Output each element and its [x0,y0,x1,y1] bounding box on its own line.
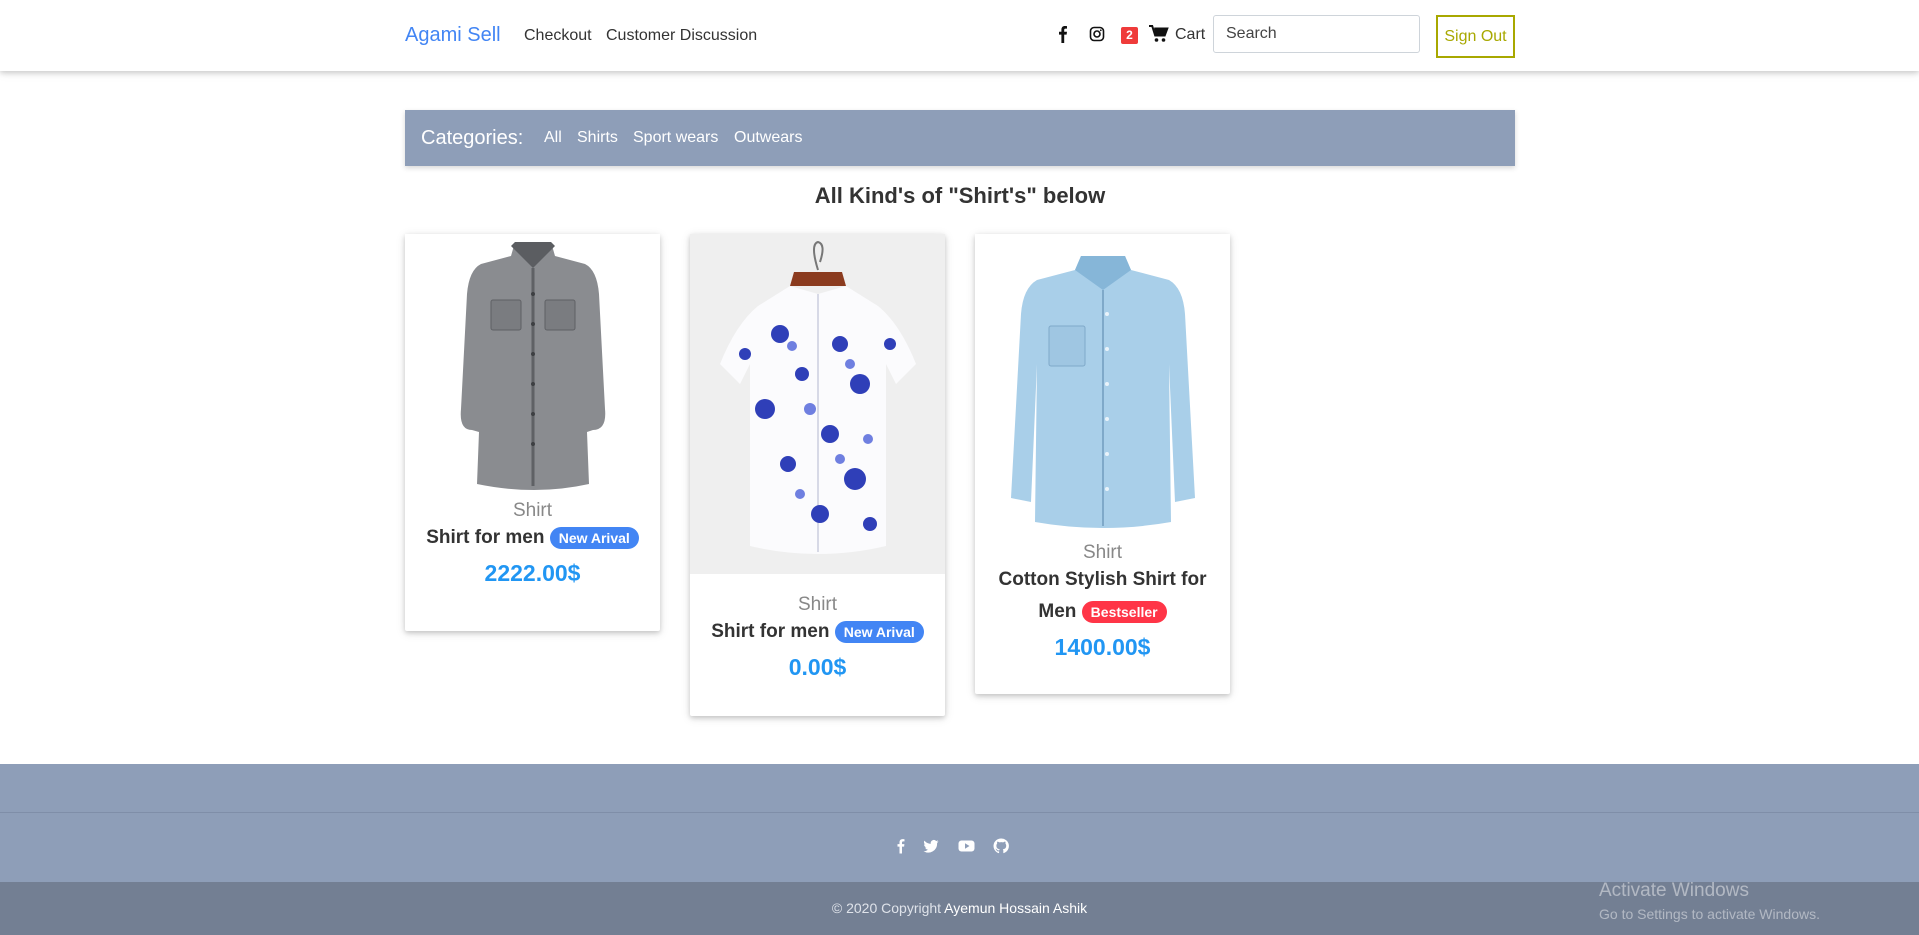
author-link[interactable]: Ayemun Hossain Ashik [944,900,1087,916]
sign-out-button[interactable]: Sign Out [1436,15,1515,58]
product-card[interactable]: Shirt Cotton Stylish Shirt for Men Bests… [975,234,1230,694]
product-title[interactable]: Shirt for men New Arival [700,616,935,648]
product-category: Shirt [512,500,553,521]
product-category: Shirt [1082,542,1123,563]
activate-windows-title: Activate Windows [1599,880,1749,901]
product-card[interactable]: Shirt Shirt for men New Arival 2222.00$ [405,234,660,631]
product-name: Shirt for men [426,527,545,548]
activate-windows-watermark: Activate Windows Go to Settings to activ… [1599,880,1820,922]
product-price: 0.00$ [788,654,847,680]
product-card[interactable]: Shirt Shirt for men New Arival 0.00$ [690,234,945,716]
product-image[interactable] [975,234,1230,540]
cart-count-badge: 2 [1121,27,1138,44]
product-category: Shirt [797,594,838,615]
product-name: Shirt for men [711,621,830,642]
brand-logo[interactable]: Agami Sell [405,24,501,47]
instagram-icon[interactable] [1088,24,1106,44]
product-title[interactable]: Shirt for men New Arival [415,522,650,554]
category-all[interactable]: All [544,129,562,147]
facebook-icon[interactable] [1054,24,1072,44]
github-icon[interactable] [993,838,1009,854]
product-badge: New Arival [549,526,639,549]
youtube-icon[interactable] [958,838,975,854]
activate-windows-subtitle: Go to Settings to activate Windows. [1599,906,1820,922]
product-image[interactable] [690,234,945,574]
footer [0,764,1919,882]
navbar: Agami Sell Checkout Customer Discussion … [0,0,1919,71]
product-badge: Bestseller [1081,600,1167,623]
product-title[interactable]: Cotton Stylish Shirt for Men Bestseller [985,564,1220,628]
product-price: 1400.00$ [1054,634,1151,660]
nav-link-checkout[interactable]: Checkout [524,27,592,45]
copyright-prefix: © 2020 Copyright [831,900,945,916]
search-input[interactable] [1213,15,1420,53]
nav-link-customer-discussion[interactable]: Customer Discussion [606,27,757,45]
product-image[interactable] [405,234,660,500]
categories-bar: Categories: All Shirts Sport wears Outwe… [405,110,1515,166]
cart-link[interactable]: Cart [1175,26,1205,44]
product-price: 2222.00$ [484,560,581,586]
product-badge: New Arival [834,620,924,643]
category-shirts[interactable]: Shirts [577,129,618,147]
categories-title: Categories: [421,127,524,149]
section-heading: All Kind's of "Shirt's" below [814,183,1106,208]
category-sport-wears[interactable]: Sport wears [633,129,718,147]
shopping-cart-icon[interactable] [1149,25,1169,43]
footer-divider [0,812,1919,813]
twitter-icon[interactable] [923,838,939,854]
facebook-icon[interactable] [893,838,909,854]
category-outwears[interactable]: Outwears [734,129,802,147]
